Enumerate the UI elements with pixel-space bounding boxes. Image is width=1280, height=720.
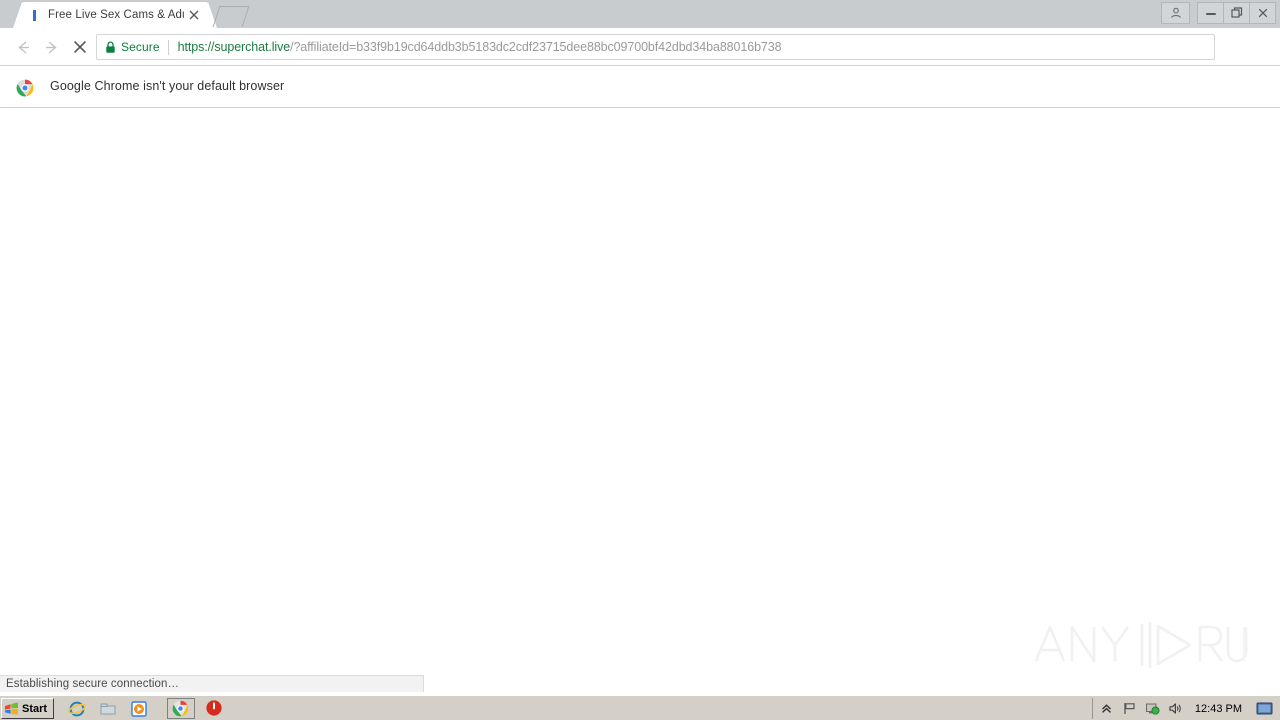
internet-explorer-icon[interactable] xyxy=(68,700,86,718)
display-icon[interactable] xyxy=(1256,702,1273,716)
start-button[interactable]: Start xyxy=(1,698,54,719)
chrome-browser-window: Free Live Sex Cams & Adult Secure https:… xyxy=(0,0,1280,695)
minimize-icon[interactable] xyxy=(1197,2,1224,24)
default-browser-infobar: Google Chrome isn't your default browser… xyxy=(0,67,1280,169)
restore-icon[interactable] xyxy=(1223,2,1250,24)
security-label: Secure xyxy=(121,40,160,54)
chrome-task-button[interactable] xyxy=(167,698,195,719)
page-content-area[interactable] xyxy=(0,108,1280,695)
browser-tab[interactable]: Free Live Sex Cams & Adult xyxy=(13,2,217,28)
address-bar[interactable]: Secure https://superchat.live/?affiliate… xyxy=(96,34,1215,60)
chevron-up-icon[interactable] xyxy=(1099,701,1114,716)
stop-loading-button[interactable] xyxy=(69,36,91,58)
close-icon[interactable] xyxy=(1249,2,1276,24)
tab-title: Free Live Sex Cams & Adult xyxy=(48,9,184,21)
chrome-logo-icon xyxy=(16,79,34,97)
site-favicon xyxy=(32,9,42,21)
media-player-icon[interactable] xyxy=(130,700,148,718)
start-label: Start xyxy=(22,702,48,715)
browser-toolbar: Secure https://superchat.live/?affiliate… xyxy=(0,28,1280,83)
system-tray: 12:43 PM xyxy=(1091,698,1280,719)
tray-clock[interactable]: 12:43 PM xyxy=(1195,703,1242,715)
show-desktop-folder-icon[interactable] xyxy=(99,700,117,718)
omnibox-divider xyxy=(167,39,169,55)
status-text: Establishing secure connection… xyxy=(6,678,180,690)
quick-launch-bar xyxy=(68,699,148,719)
back-button[interactable] xyxy=(12,36,34,58)
url-path: /?affiliateId=b33f9b19cd64ddb3b5183dc2cd… xyxy=(290,40,782,54)
window-caption-buttons xyxy=(1161,2,1276,24)
flag-icon[interactable] xyxy=(1122,701,1137,716)
lock-icon xyxy=(105,40,116,54)
shutdown-red-icon[interactable] xyxy=(205,699,223,717)
status-bar: Establishing secure connection… xyxy=(0,675,424,692)
volume-icon[interactable] xyxy=(1168,701,1183,716)
tab-strip: Free Live Sex Cams & Adult xyxy=(0,0,1280,28)
forward-button[interactable] xyxy=(40,36,62,58)
tray-icons: 12:43 PM xyxy=(1091,698,1280,719)
security-shield-icon[interactable] xyxy=(1145,701,1160,716)
tab-close-icon[interactable] xyxy=(186,7,202,23)
screen: Free Live Sex Cams & Adult Secure https:… xyxy=(0,0,1280,720)
chrome-task-icon xyxy=(172,700,190,718)
url-host: https://superchat.live xyxy=(177,40,291,54)
url-text: https://superchat.live/?affiliateId=b33f… xyxy=(178,40,1214,54)
new-tab-button[interactable] xyxy=(212,6,250,28)
infobar-message: Google Chrome isn't your default browser xyxy=(50,79,285,93)
profile-icon[interactable] xyxy=(1161,2,1190,24)
windows-flag-icon xyxy=(4,701,19,716)
windows-taskbar: Start 12:43 PM xyxy=(0,695,1280,720)
